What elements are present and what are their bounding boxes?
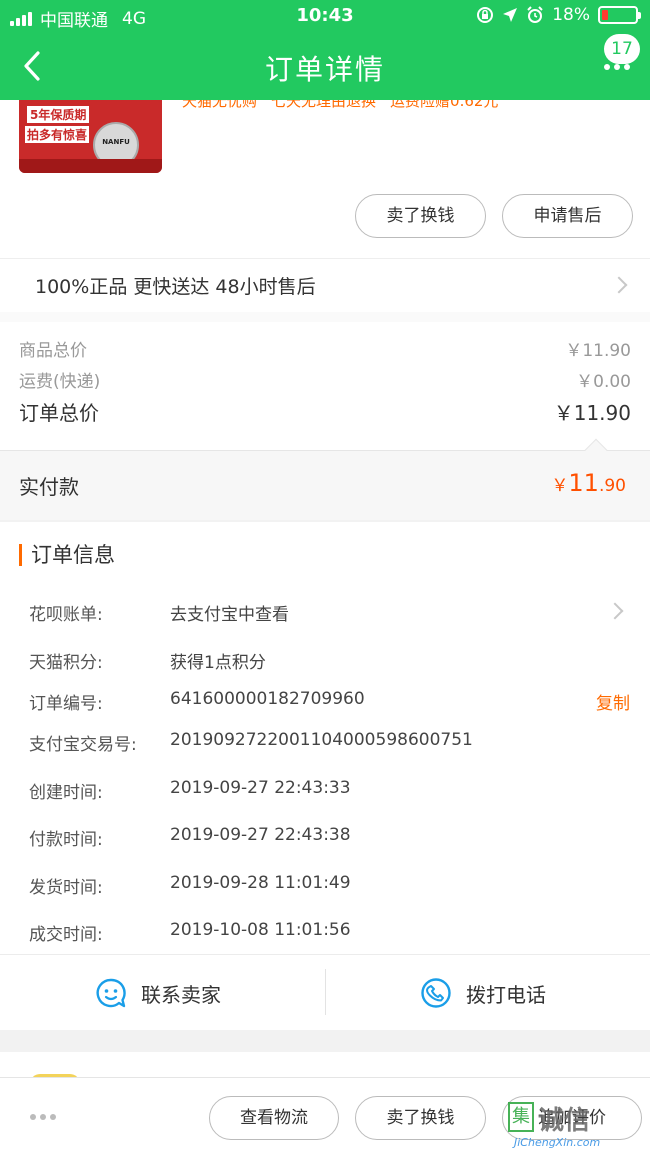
- info-key: 发货时间:: [29, 878, 103, 898]
- alarm-icon: [527, 6, 543, 23]
- paid-amount: ￥11.90: [551, 469, 626, 497]
- shipping-value: ￥0.00: [576, 372, 631, 392]
- info-value: 获得1点积分: [170, 653, 266, 673]
- info-value: 2019092722001104000598600751: [170, 730, 473, 750]
- product-image-text: 拍多有惊喜: [25, 126, 90, 143]
- shipping-row: 运费(快递) ￥0.00: [19, 367, 631, 392]
- nav-bar: 订单详情 17: [0, 34, 650, 100]
- product-image[interactable]: 5年保质期 拍多有惊喜 NANFU: [19, 100, 162, 173]
- info-key: 付款时间:: [29, 830, 103, 850]
- goods-total-label: 商品总价: [19, 341, 87, 361]
- sell-exchange-button[interactable]: 卖了换钱: [355, 1096, 486, 1140]
- watermark-text: 诚信: [538, 1106, 591, 1136]
- chevron-right-icon: [606, 602, 624, 620]
- sell-exchange-button[interactable]: 卖了换钱: [355, 194, 486, 238]
- divider: [325, 969, 326, 1015]
- more-icon[interactable]: [604, 64, 630, 70]
- paid-label: 实付款: [19, 475, 79, 499]
- watermark-logo: 集 诚信 JiChengXin.com: [506, 1098, 646, 1149]
- contact-seller-button[interactable]: 联系卖家: [95, 955, 221, 1031]
- info-value: 2019-09-28 11:01:49: [170, 873, 351, 893]
- guarantee-text: 100%正品 更快送达 48小时售后: [35, 276, 316, 298]
- info-value: 2019-09-27 22:43:33: [170, 778, 351, 798]
- phone-icon: [421, 978, 451, 1008]
- battery-icon: [598, 6, 641, 24]
- rotation-lock-icon: [477, 7, 494, 23]
- view-logistics-button[interactable]: 查看物流: [209, 1096, 339, 1140]
- contact-seller-label: 联系卖家: [141, 982, 221, 1007]
- info-value: 2019-10-08 11:01:56: [170, 920, 351, 940]
- call-phone-button[interactable]: 拨打电话: [420, 955, 546, 1031]
- goods-total-row: 商品总价 ￥11.90: [19, 336, 631, 361]
- watermark-url: JiChengXin.com: [514, 1136, 601, 1149]
- info-value: 2019-09-27 22:43:38: [170, 825, 351, 845]
- info-key: 成交时间:: [29, 925, 103, 945]
- contact-bar: 联系卖家 拨打电话: [0, 954, 650, 1030]
- info-key: 创建时间:: [29, 783, 103, 803]
- info-key: 花呗账单:: [29, 605, 103, 625]
- paid-row: 实付款 ￥11.90: [0, 438, 650, 520]
- product-image-text: 5年保质期: [27, 106, 90, 123]
- shipping-label: 运费(快递): [19, 372, 101, 392]
- after-sale-button[interactable]: 申请售后: [502, 194, 633, 238]
- info-key: 支付宝交易号:: [29, 735, 137, 755]
- order-total-label: 订单总价: [19, 401, 99, 425]
- price-section: 商品总价 ￥11.90 运费(快递) ￥0.00 订单总价 ￥11.90 实付款…: [0, 312, 650, 520]
- more-icon[interactable]: [30, 1114, 56, 1120]
- battery-percent: 18%: [552, 5, 590, 25]
- app-header: 中国联通 4G 10:43 18% 订单详情 17: [0, 0, 650, 100]
- chat-icon: [96, 978, 126, 1008]
- service-tags: 天猫无忧购 七天无理由退换 运费险赠0.62元: [182, 100, 542, 110]
- watermark-logo-char: 集: [508, 1102, 534, 1132]
- page-title: 订单详情: [264, 53, 385, 86]
- guarantee-row[interactable]: 100%正品 更快送达 48小时售后: [0, 258, 650, 312]
- info-key: 订单编号:: [29, 694, 103, 714]
- status-bar: 中国联通 4G 10:43 18%: [0, 0, 650, 34]
- order-info-section: 订单信息 花呗账单: 去支付宝中查看 天猫积分: 获得1点积分 订单编号: 64…: [0, 522, 650, 1030]
- chevron-right-icon: [610, 276, 628, 294]
- message-badge[interactable]: 17: [604, 34, 640, 64]
- service-tag: 运费险赠0.62元: [390, 100, 499, 110]
- info-value: 641600000182709960: [170, 689, 365, 709]
- battery-level: [602, 10, 608, 20]
- copy-button[interactable]: 复制: [596, 689, 630, 714]
- goods-total-value: ￥11.90: [565, 341, 631, 361]
- info-key: 天猫积分:: [29, 653, 103, 673]
- order-info-title: 订单信息: [19, 544, 115, 566]
- service-tag: 天猫无忧购: [182, 100, 258, 110]
- info-value: 去支付宝中查看: [170, 605, 289, 625]
- location-icon: [503, 8, 518, 22]
- order-total-value: ￥11.90: [553, 401, 631, 425]
- call-phone-label: 拨打电话: [466, 982, 546, 1007]
- status-right: 18%: [476, 5, 641, 25]
- service-tag: 七天无理由退换: [271, 100, 377, 110]
- order-total-row: 订单总价 ￥11.90: [19, 397, 631, 426]
